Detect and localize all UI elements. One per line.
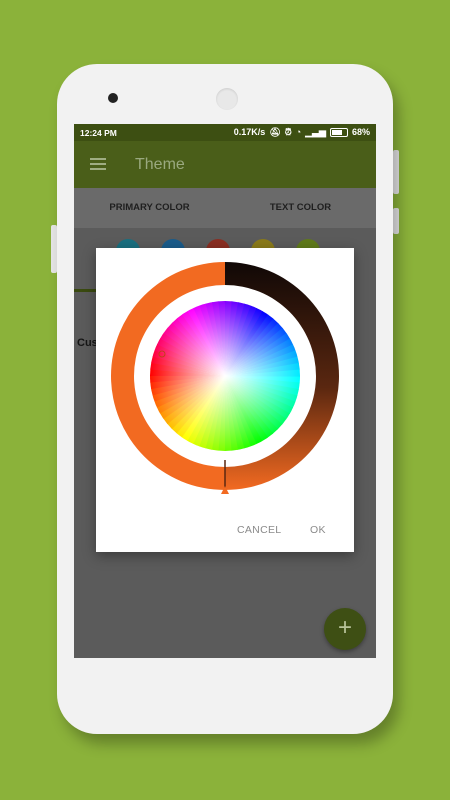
signal-icon: ▁▃▅ <box>305 127 326 137</box>
wifi-icon: ◔ <box>295 127 302 137</box>
color-picker-svg <box>111 262 339 496</box>
front-camera <box>108 93 118 103</box>
status-icons: 0.17K/s 🔕︎ ⏰︎ ◔ ▁▃▅ 68% <box>234 127 370 137</box>
menu-icon[interactable] <box>90 158 106 170</box>
phone-volume-button <box>393 208 399 234</box>
status-bar: 12:24 PM 0.17K/s 🔕︎ ⏰︎ ◔ ▁▃▅ 68% <box>74 124 376 141</box>
mute-icon: 🔕︎ <box>269 127 281 137</box>
status-time: 12:24 PM <box>80 128 117 138</box>
app-bar: Theme <box>74 141 376 188</box>
phone-power-button <box>393 150 399 194</box>
plus-icon: + <box>337 614 352 641</box>
battery-percent: 68% <box>351 127 370 137</box>
tab-primary-color[interactable]: PRIMARY COLOR <box>74 188 225 228</box>
hue-wheel[interactable] <box>145 296 305 456</box>
custom-color-label: Cus <box>77 337 98 349</box>
tab-bar: PRIMARY COLOR TEXT COLOR <box>74 188 376 292</box>
earpiece-speaker <box>216 88 238 110</box>
cancel-button[interactable]: CANCEL <box>237 524 281 536</box>
color-picker-dialog: CANCEL OK <box>96 248 354 552</box>
add-fab-button[interactable]: + <box>324 608 366 650</box>
tab-text-color[interactable]: TEXT COLOR <box>225 188 376 228</box>
net-speed: 0.17K/s <box>233 127 266 137</box>
ok-button[interactable]: OK <box>310 524 326 536</box>
color-picker[interactable] <box>111 262 339 496</box>
page-title: Theme <box>135 156 185 173</box>
dialog-actions: CANCEL OK <box>96 522 354 542</box>
battery-icon <box>329 127 348 137</box>
alarm-icon: ⏰︎ <box>284 127 292 137</box>
